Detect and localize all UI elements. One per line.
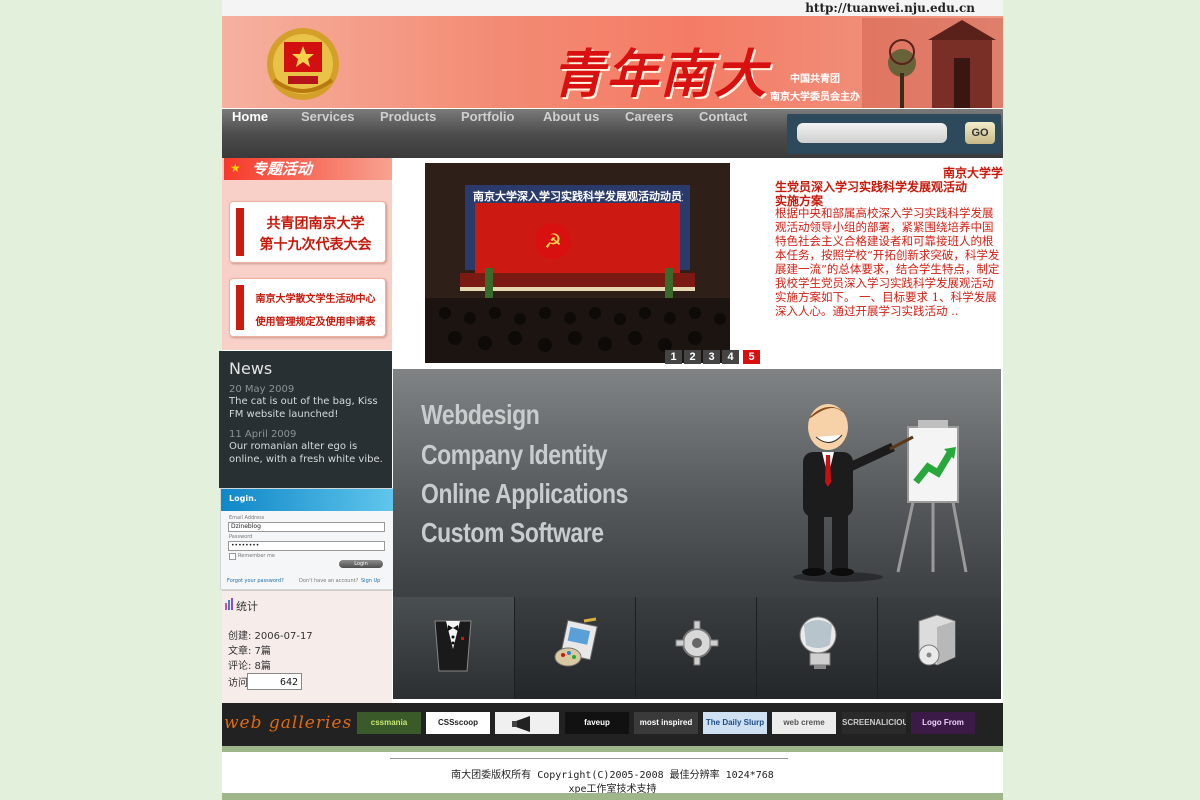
promo-activity-line1: 南京大学散文学生活动中心 <box>255 294 376 305</box>
footer-divider <box>222 746 1003 752</box>
promo-congress-link[interactable]: 共青团南京大学 第十九次代表大会 <box>229 201 386 263</box>
promo-activity-center-link[interactable]: 南京大学散文学生活动中心 使用管理规定及使用申请表 <box>229 278 386 337</box>
gallery-cssmania-link[interactable]: cssmania <box>357 712 421 734</box>
star-icon: ★ <box>230 161 241 175</box>
businessman-presentation-illustration <box>793 404 968 582</box>
news-item-text[interactable]: Our romanian alter ego is online, with a… <box>229 440 387 466</box>
gallery-faveup-link[interactable]: faveup <box>565 712 629 734</box>
news-date: 20 May 2009 <box>229 384 295 395</box>
services-showcase: Webdesign Company Identity Online Applic… <box>393 369 1001 699</box>
design-palette-icon <box>554 617 598 667</box>
footer-copyright: 南大团委版权所有 Copyright(C)2005-2008 最佳分辨率 102… <box>451 770 774 781</box>
no-account-text: Don't have an account? <box>299 578 359 584</box>
svg-text:☭: ☭ <box>544 229 562 253</box>
special-topics-label: 专题活动 <box>252 160 313 178</box>
service-company-identity: Company Identity <box>421 439 608 470</box>
slide-2-button[interactable]: 2 <box>684 350 701 364</box>
header-subtitle-2: 南京大学委员会主办 <box>770 92 860 103</box>
search-box: GO <box>787 114 1001 154</box>
login-header: Login. <box>221 489 393 511</box>
gallery-logo-awards-link[interactable]: Logo From Dreams Awards <box>911 712 975 734</box>
bottom-bar <box>222 793 1003 800</box>
gallery-cssscoop-link[interactable]: CSSscoop <box>426 712 490 734</box>
main-nav: Home Services Products Portfolio About u… <box>222 109 1003 158</box>
promo-accent-bar <box>236 285 244 330</box>
page: http://tuanwei.nju.edu.cn 青年南大 中国共青团 南京大… <box>219 0 1003 800</box>
feature-photo[interactable]: ☭ 南京大学深入学习实践科学发展观活动动员大会 <box>425 163 730 363</box>
tile-packaging[interactable] <box>877 597 998 699</box>
signup-link[interactable]: Sign Up <box>361 578 380 584</box>
nav-home[interactable]: Home <box>232 109 268 158</box>
password-label: Password <box>229 534 253 540</box>
tile-identity[interactable] <box>393 597 515 699</box>
article-body: 根据中央和部属高校深入学习实践科学发展观活动领导小组的部署，紧紧围绕培养中国特色… <box>775 206 1000 318</box>
login-button[interactable]: Login <box>339 560 383 568</box>
web-galleries-bar: web galleries cssmania CSSscoop faveup m… <box>222 703 1003 746</box>
gallery-daily-slurp-link[interactable]: The Daily Slurp <box>703 712 767 734</box>
stats-articles: 文章: 7篇 <box>228 646 271 657</box>
news-item-text[interactable]: The cat is out of the bag, Kiss FM websi… <box>229 395 387 421</box>
gallery-web-creme-link[interactable]: web creme <box>772 712 836 734</box>
login-title: Login. <box>229 494 257 503</box>
url-strip: http://tuanwei.nju.edu.cn <box>222 0 1003 17</box>
slide-1-button[interactable]: 1 <box>665 350 682 364</box>
remember-checkbox[interactable] <box>229 553 236 560</box>
nav-careers[interactable]: Careers <box>625 109 673 158</box>
gallery-screenalicious-link[interactable]: SCREENALICIOUS <box>842 712 906 734</box>
search-go-button[interactable]: GO <box>965 122 995 144</box>
galleries-label: web galleries <box>224 713 353 733</box>
service-icon-strip <box>393 597 1001 699</box>
promo-activity-line2: 使用管理规定及使用申请表 <box>255 317 376 328</box>
tile-webdesign[interactable] <box>514 597 636 699</box>
email-field[interactable]: Dzineblog <box>228 522 385 532</box>
monitor-icon <box>799 616 837 669</box>
service-webdesign: Webdesign <box>421 399 540 430</box>
tile-applications[interactable] <box>635 597 757 699</box>
slide-3-button[interactable]: 3 <box>703 350 720 364</box>
remember-label: Remember me <box>238 553 275 559</box>
news-date: 11 April 2009 <box>229 429 297 440</box>
promo-accent-bar <box>236 208 244 256</box>
visit-counter: 642 <box>247 673 302 690</box>
software-box-icon <box>918 614 956 666</box>
password-field[interactable]: •••••••• <box>228 541 385 551</box>
gear-icon <box>675 620 719 666</box>
email-label: Email Address <box>229 515 265 521</box>
university-building-icon <box>862 18 1003 108</box>
stats-comments: 评论: 8篇 <box>228 661 271 672</box>
header-subtitle-1: 中国共青团 <box>790 74 840 85</box>
stats-panel: 统计 创建: 2006-07-17 文章: 7篇 评论: 8篇 访问: 642 <box>222 590 392 703</box>
service-custom-software: Custom Software <box>421 517 604 548</box>
nav-products[interactable]: Products <box>380 109 436 158</box>
service-online-applications: Online Applications <box>421 478 628 509</box>
nav-portfolio[interactable]: Portfolio <box>461 109 514 158</box>
footer-rule <box>390 758 788 759</box>
tuxedo-icon <box>434 620 472 672</box>
site-title: 青年南大 <box>552 44 769 105</box>
promo-congress-line2: 第十九次代表大会 <box>259 237 372 253</box>
megaphone-icon <box>512 716 530 732</box>
bar-chart-icon <box>225 598 233 610</box>
stats-title: 统计 <box>236 600 258 613</box>
slide-4-button[interactable]: 4 <box>722 350 739 364</box>
photo-banner-text: 南京大学深入学习实践科学发展观活动动员大会 <box>473 190 683 203</box>
header-banner: 青年南大 中国共青团 南京大学委员会主办 <box>222 16 1003 108</box>
stats-created: 创建: 2006-07-17 <box>228 631 313 642</box>
tile-software[interactable] <box>756 597 878 699</box>
site-url[interactable]: http://tuanwei.nju.edu.cn <box>805 0 975 16</box>
slide-5-button[interactable]: 5 <box>743 350 760 364</box>
youth-league-emblem-icon <box>267 28 339 100</box>
special-topics-heading: ★ 专题活动 <box>224 158 392 180</box>
login-panel: Login. Email Address Dzineblog Password … <box>220 488 394 590</box>
news-heading: News <box>229 359 273 378</box>
nav-about-us[interactable]: About us <box>543 109 599 158</box>
forgot-password-link[interactable]: Forgot your password? <box>227 578 284 584</box>
nav-services[interactable]: Services <box>301 109 355 158</box>
search-input[interactable] <box>797 123 947 143</box>
news-panel: News 20 May 2009 The cat is out of the b… <box>219 351 392 488</box>
promo-congress-line1: 共青团南京大学 <box>266 216 365 232</box>
nav-contact[interactable]: Contact <box>699 109 747 158</box>
gallery-most-inspired-link[interactable]: most inspired <box>634 712 698 734</box>
